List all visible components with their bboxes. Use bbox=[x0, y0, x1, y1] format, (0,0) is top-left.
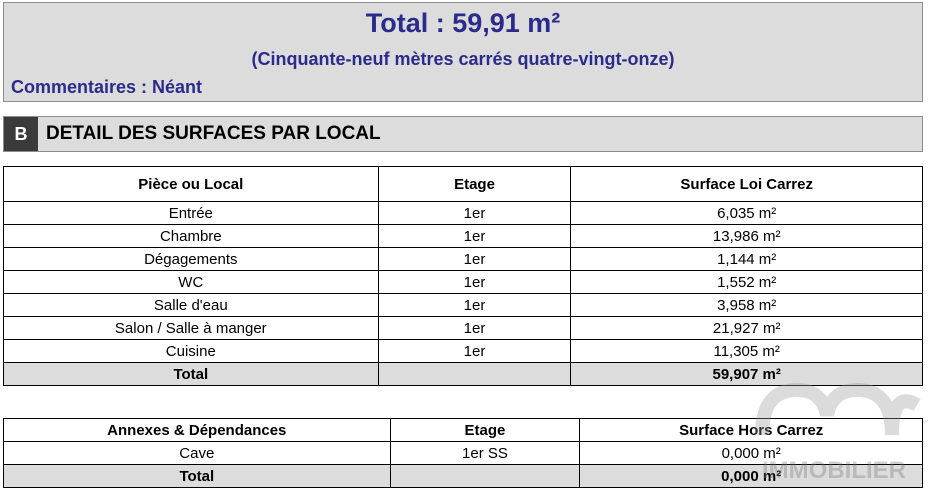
room-surface: 1,552 m² bbox=[570, 270, 923, 294]
table-row: Cuisine 1er 11,305 m² bbox=[3, 339, 923, 363]
table-row: Salon / Salle à manger 1er 21,927 m² bbox=[3, 316, 923, 340]
column-header-floor: Etage bbox=[389, 418, 581, 442]
table-row: Dégagements 1er 1,144 m² bbox=[3, 247, 923, 271]
column-header-annex: Annexes & Dépendances bbox=[3, 418, 391, 442]
room-floor: 1er bbox=[377, 270, 572, 294]
total-row: Total 0,000 m² bbox=[3, 464, 923, 488]
room-surface: 1,144 m² bbox=[570, 247, 923, 271]
section-title: DETAIL DES SURFACES PAR LOCAL bbox=[46, 123, 381, 144]
table-header-row: Annexes & Dépendances Etage Surface Hors… bbox=[3, 418, 923, 442]
total-floor-empty bbox=[377, 362, 572, 386]
room-name: Salon / Salle à manger bbox=[3, 316, 379, 340]
room-name: Salle d'eau bbox=[3, 293, 379, 317]
total-value: 59,907 m² bbox=[570, 362, 923, 386]
rooms-table: Pièce ou Local Etage Surface Loi Carrez … bbox=[3, 166, 923, 386]
section-header: B DETAIL DES SURFACES PAR LOCAL bbox=[3, 116, 923, 152]
room-surface: 11,305 m² bbox=[570, 339, 923, 363]
table-row: Chambre 1er 13,986 m² bbox=[3, 224, 923, 248]
room-surface: 13,986 m² bbox=[570, 224, 923, 248]
room-floor: 1er bbox=[377, 339, 572, 363]
total-value: 0,000 m² bbox=[579, 464, 923, 488]
total-label: Total bbox=[3, 362, 379, 386]
total-summary-box: Total : 59,91 m² (Cinquante-neuf mètres … bbox=[3, 2, 923, 102]
table-header-row: Pièce ou Local Etage Surface Loi Carrez bbox=[3, 166, 923, 202]
total-surface-title: Total : 59,91 m² bbox=[365, 8, 561, 38]
annexes-table: Annexes & Dépendances Etage Surface Hors… bbox=[3, 418, 923, 488]
room-floor: 1er bbox=[377, 224, 572, 248]
room-floor: 1er bbox=[377, 316, 572, 340]
column-header-surface: Surface Loi Carrez bbox=[570, 166, 923, 202]
room-name: WC bbox=[3, 270, 379, 294]
total-label: Total bbox=[3, 464, 391, 488]
room-surface: 21,927 m² bbox=[570, 316, 923, 340]
room-surface: 6,035 m² bbox=[570, 201, 923, 225]
table-row: Entrée 1er 6,035 m² bbox=[3, 201, 923, 225]
annex-name: Cave bbox=[3, 441, 391, 465]
table-row: Cave 1er SS 0,000 m² bbox=[3, 441, 923, 465]
column-header-surface: Surface Hors Carrez bbox=[579, 418, 923, 442]
room-name: Chambre bbox=[3, 224, 379, 248]
annex-floor: 1er SS bbox=[389, 441, 581, 465]
room-name: Entrée bbox=[3, 201, 379, 225]
total-surface-words: (Cinquante-neuf mètres carrés quatre-vin… bbox=[251, 49, 675, 69]
annex-surface: 0,000 m² bbox=[579, 441, 923, 465]
column-header-floor: Etage bbox=[377, 166, 572, 202]
section-letter-badge: B bbox=[4, 117, 38, 151]
table-row: Salle d'eau 1er 3,958 m² bbox=[3, 293, 923, 317]
total-floor-empty bbox=[389, 464, 581, 488]
total-row: Total 59,907 m² bbox=[3, 362, 923, 386]
room-floor: 1er bbox=[377, 201, 572, 225]
room-name: Dégagements bbox=[3, 247, 379, 271]
room-floor: 1er bbox=[377, 293, 572, 317]
column-header-room: Pièce ou Local bbox=[3, 166, 379, 202]
comments-text: Commentaires : Néant bbox=[11, 77, 203, 97]
room-surface: 3,958 m² bbox=[570, 293, 923, 317]
room-name: Cuisine bbox=[3, 339, 379, 363]
room-floor: 1er bbox=[377, 247, 572, 271]
table-row: WC 1er 1,552 m² bbox=[3, 270, 923, 294]
